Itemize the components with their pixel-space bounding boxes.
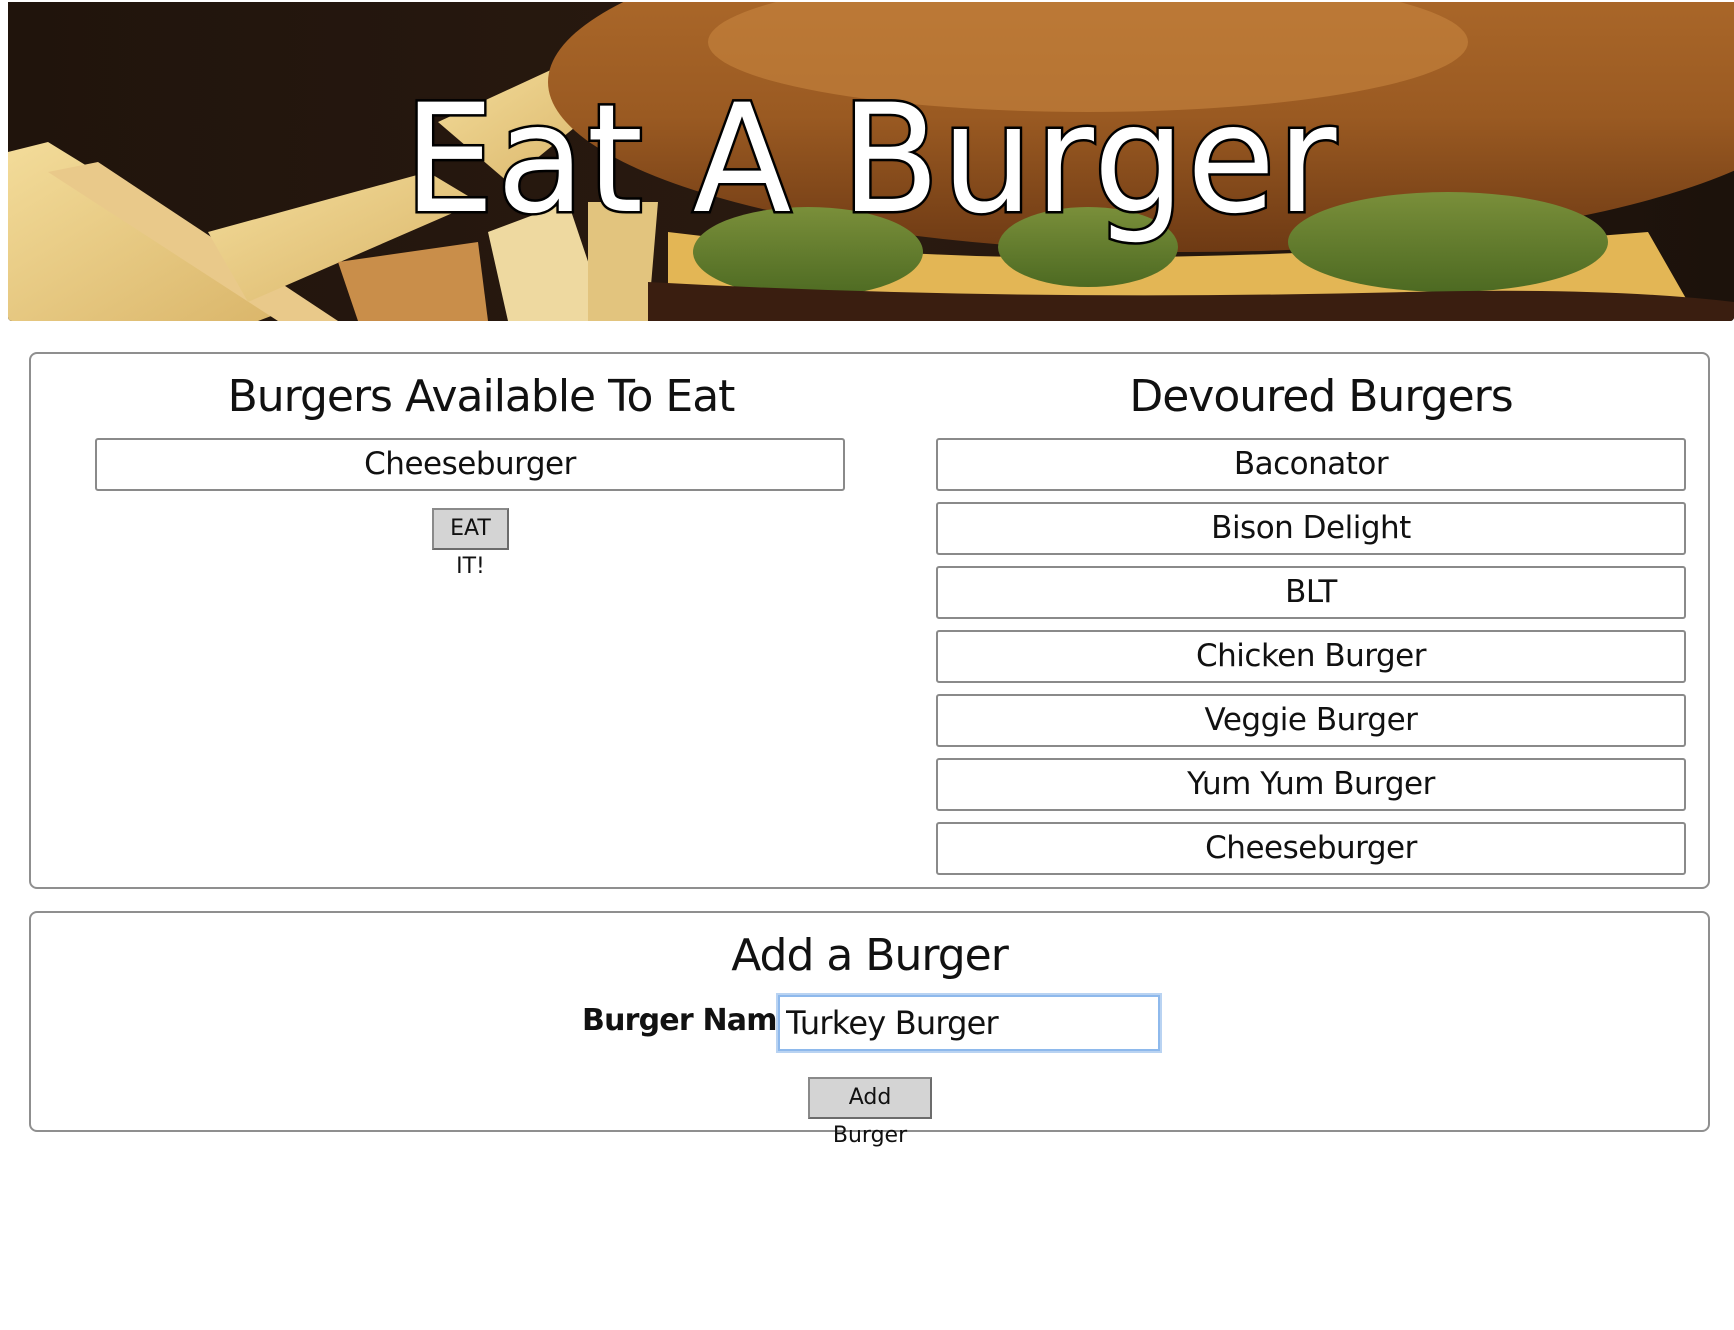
add-burger-panel: Add a Burger Burger Name: Add Burger: [29, 911, 1710, 1148]
available-heading: Burgers Available To Eat: [227, 371, 736, 422]
burger-lists-panel: Burgers Available To Eat Cheeseburger EA…: [29, 352, 1710, 889]
devoured-item: Veggie Burger: [936, 694, 1686, 747]
devoured-item: Yum Yum Burger: [936, 758, 1686, 811]
devoured-heading: Devoured Burgers: [1129, 371, 1513, 422]
devoured-item: BLT: [936, 566, 1686, 619]
devoured-item: Cheeseburger: [936, 822, 1686, 875]
add-burger-button[interactable]: Add Burger: [808, 1077, 932, 1148]
devoured-item: Bison Delight: [936, 502, 1686, 555]
devoured-item: Baconator: [936, 438, 1686, 491]
burger-name-label: Burger Name:: [582, 1003, 808, 1038]
burger-name-input[interactable]: [776, 993, 1162, 1053]
site-title: Eat A Burger: [401, 73, 1339, 247]
header-banner: Eat A Burger: [8, 2, 1734, 321]
eat-it-button[interactable]: EAT IT!: [432, 508, 509, 579]
devoured-item: Chicken Burger: [936, 630, 1686, 683]
add-burger-heading: Add a Burger: [731, 930, 1009, 981]
available-item: Cheeseburger: [95, 438, 845, 491]
